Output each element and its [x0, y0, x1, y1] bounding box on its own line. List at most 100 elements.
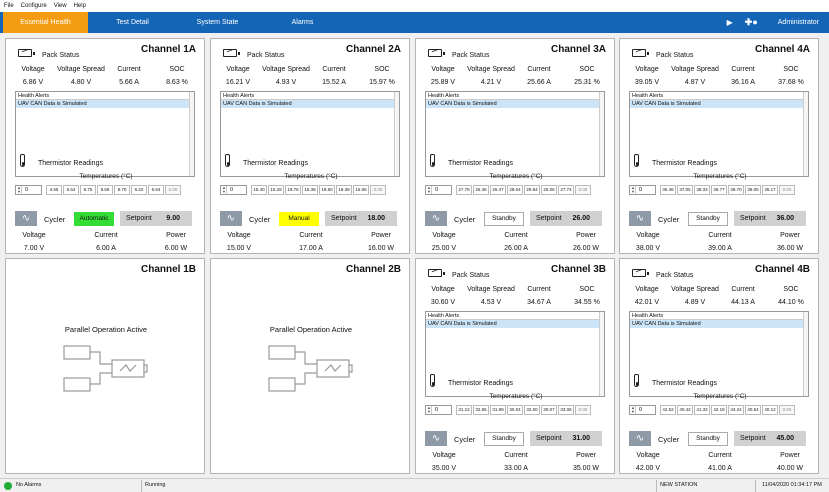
metric-label: Current: [731, 66, 755, 73]
health-alert-row[interactable]: UAV CAN Data is Simulated: [221, 100, 399, 108]
health-alert-row[interactable]: UAV CAN Data is Simulated: [630, 100, 808, 108]
cycler-mode-button[interactable]: Standby: [484, 432, 524, 446]
channel-title: Channel 1B: [140, 264, 196, 275]
thermistor-index-spinner[interactable]: ▲ ▼ 0: [425, 185, 452, 195]
spinner-arrows-icon[interactable]: ▲ ▼: [427, 406, 432, 414]
setpoint-box[interactable]: Setpoint 36.00: [734, 211, 806, 226]
spinner-arrows-icon[interactable]: ▲ ▼: [427, 186, 432, 194]
spinner-arrows-icon[interactable]: ▲ ▼: [631, 406, 636, 414]
cycler-metric-label: Power: [166, 232, 186, 239]
metric-value: 44.13 A: [731, 299, 755, 306]
spinner-arrows-icon[interactable]: ▲ ▼: [222, 186, 227, 194]
spinner-arrows-icon[interactable]: ▲ ▼: [17, 186, 22, 194]
temperature-cell: 8.75: [80, 185, 96, 195]
setpoint-value: 36.00: [776, 215, 794, 222]
setpoint-value: 31.00: [572, 435, 590, 442]
metric-value: 44.10 %: [778, 299, 804, 306]
thermistor-index-spinner[interactable]: ▲ ▼ 0: [425, 405, 452, 415]
cycler-mode-button[interactable]: Standby: [688, 212, 728, 226]
temperature-cell: 8.65: [97, 185, 113, 195]
menu-view[interactable]: View: [54, 3, 67, 9]
cycler-metric-value: 16.00 W: [367, 245, 395, 252]
cycler-label: Cycler: [454, 215, 476, 224]
cycler-metric-label: Current: [299, 232, 323, 239]
health-alert-row[interactable]: UAV CAN Data is Simulated: [426, 100, 604, 108]
temperature-cells: 42.52 40.42 41.32 42.18 43.24 40.54 40.12 0.00: [660, 405, 795, 415]
setpoint-label: Setpoint: [740, 215, 766, 222]
cycler-mode-button[interactable]: Standby: [688, 432, 728, 446]
health-alert-row[interactable]: UAV CAN Data is Simulated: [426, 320, 604, 328]
temperature-cell: 6.22: [131, 185, 147, 195]
health-alerts-header: Health Alerts: [426, 312, 604, 320]
cycler-metric-value: 26.00 A: [504, 245, 528, 252]
temperature-cells: 31.12 32.55 31.99 30.04 32.00 30.07 33.06 0.00: [456, 405, 591, 415]
temperature-cell: 4.55: [46, 185, 62, 195]
setpoint-label: Setpoint: [536, 215, 562, 222]
scrollbar[interactable]: [599, 312, 604, 396]
spinner-value: 0: [25, 187, 29, 193]
tab-test-detail[interactable]: Test Detail: [90, 12, 175, 33]
menu-configure[interactable]: Configure: [21, 3, 47, 9]
scrollbar[interactable]: [394, 92, 399, 176]
nav-bar: Essential Health Test Detail System Stat…: [0, 12, 829, 33]
metric-value: 25.66 A: [527, 79, 551, 86]
thermistor-index-spinner[interactable]: ▲ ▼ 0: [15, 185, 42, 195]
pack-status-label: Pack Status: [656, 52, 694, 59]
add-user-icon[interactable]: ✚●: [745, 17, 758, 28]
cycler-mode-button[interactable]: Manual: [279, 212, 319, 226]
menu-file[interactable]: File: [4, 3, 14, 9]
temperature-cell: 31.12: [456, 405, 472, 415]
setpoint-box[interactable]: Setpoint 45.00: [734, 431, 806, 446]
menu-bar: File Configure View Help: [0, 0, 829, 12]
metric-label: SOC: [579, 66, 595, 73]
play-icon[interactable]: ▶: [727, 18, 733, 27]
alarm-status: No Alarms: [16, 482, 42, 488]
cycler-mode-button[interactable]: Automatic: [74, 212, 114, 226]
cycler-mode-button[interactable]: Standby: [484, 212, 524, 226]
thermistor-index-spinner[interactable]: ▲ ▼ 0: [629, 185, 656, 195]
tab-essential-health[interactable]: Essential Health: [3, 12, 88, 33]
health-alert-row[interactable]: UAV CAN Data is Simulated: [16, 100, 194, 108]
temperature-cell: 18.39: [336, 185, 352, 195]
scrollbar[interactable]: [803, 312, 808, 396]
metric-value: 42.01 V: [634, 299, 660, 306]
metric-value: 6.86 V: [22, 79, 44, 86]
tab-alarms[interactable]: Alarms: [260, 12, 345, 33]
setpoint-box[interactable]: Setpoint 26.00: [530, 211, 602, 226]
channel-panel: Channel 1B Parallel Operation Active: [5, 258, 205, 474]
cycler-waveform-icon: ∿: [629, 431, 651, 446]
metric-value: 8.63 %: [166, 79, 188, 86]
scrollbar[interactable]: [803, 92, 808, 176]
setpoint-box[interactable]: Setpoint 9.00: [120, 211, 192, 226]
user-name[interactable]: Administrator: [778, 19, 819, 26]
tab-system-state[interactable]: System State: [175, 12, 260, 33]
temperature-cell: 16.06: [353, 185, 369, 195]
temperature-cell: 43.24: [728, 405, 744, 415]
temperature-cell: 19.76: [285, 185, 301, 195]
channel-grid: Channel 1A Pack Status Voltage Voltage Spre…: [5, 38, 824, 474]
menu-help[interactable]: Help: [74, 3, 86, 9]
setpoint-box[interactable]: Setpoint 18.00: [325, 211, 397, 226]
thermistor-index-spinner[interactable]: ▲ ▼ 0: [629, 405, 656, 415]
temperature-cell: 15.38: [302, 185, 318, 195]
parallel-diagram-icon: [62, 344, 152, 399]
pack-status-label: Pack Status: [247, 52, 285, 59]
cycler-metric-value: 25.00 V: [431, 245, 457, 252]
channel-title: Channel 4A: [754, 44, 810, 55]
metric-label: Voltage: [635, 66, 659, 73]
cycler-metric-label: Power: [371, 232, 391, 239]
thermistor-index-spinner[interactable]: ▲ ▼ 0: [220, 185, 247, 195]
channel-panel: Channel 4A Pack Status Voltage Voltage Spre…: [619, 38, 819, 254]
temperature-cell: 36.36: [660, 185, 676, 195]
cycler-metric-label: Power: [780, 452, 800, 459]
health-alert-row[interactable]: UAV CAN Data is Simulated: [630, 320, 808, 328]
date-time: 11/04/2020 01:34:17 PM: [762, 482, 822, 488]
spinner-arrows-icon[interactable]: ▲ ▼: [631, 186, 636, 194]
scrollbar[interactable]: [189, 92, 194, 176]
setpoint-box[interactable]: Setpoint 31.00: [530, 431, 602, 446]
cycler-metric-label: Current: [504, 452, 528, 459]
temperature-cell: 38.33: [694, 185, 710, 195]
health-alerts-header: Health Alerts: [426, 92, 604, 100]
thermometer-icon: [430, 374, 435, 387]
scrollbar[interactable]: [599, 92, 604, 176]
